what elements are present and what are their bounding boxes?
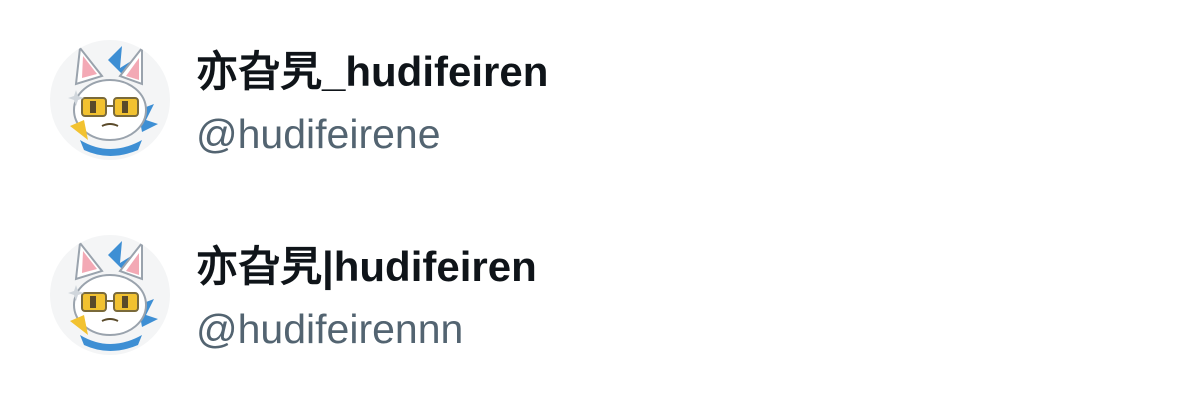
user-handle[interactable]: @hudifeirennn xyxy=(196,305,463,353)
avatar[interactable] xyxy=(50,40,170,160)
display-name[interactable]: 亦旮旯_hudifeiren xyxy=(196,48,548,96)
fox-mascot-avatar-icon xyxy=(68,240,158,351)
user-handle[interactable]: @hudifeirene xyxy=(196,110,441,158)
fox-mascot-avatar-icon xyxy=(68,45,158,156)
avatar[interactable] xyxy=(50,235,170,355)
display-name[interactable]: 亦旮旯|hudifeiren xyxy=(196,243,537,291)
account-row[interactable]: 亦旮旯_hudifeiren @hudifeirene xyxy=(0,22,1200,182)
account-row[interactable]: 亦旮旯|hudifeiren @hudifeirennn xyxy=(0,217,1200,377)
